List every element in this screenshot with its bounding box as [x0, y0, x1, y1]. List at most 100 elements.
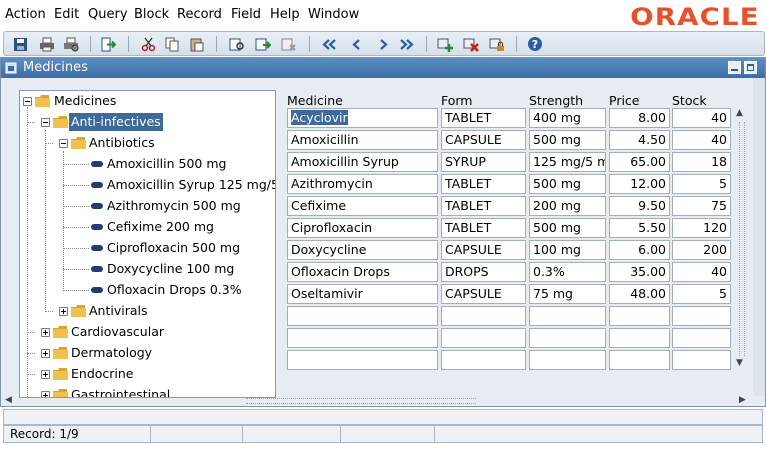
execute-query-icon[interactable]	[254, 35, 272, 53]
cell-price[interactable]: 6.00	[609, 240, 670, 260]
menu-block[interactable]: Block	[134, 7, 169, 22]
cell-medicine[interactable]	[287, 306, 438, 326]
menu-edit[interactable]: Edit	[54, 7, 79, 22]
cell-strength[interactable]	[529, 306, 606, 326]
delete-record-icon[interactable]	[462, 35, 480, 53]
tree-node-antibiotics[interactable]: Antibiotics	[20, 134, 270, 152]
cell-form[interactable]	[441, 350, 526, 370]
cell-form[interactable]: CAPSULE	[441, 130, 526, 150]
enter-query-icon[interactable]	[228, 35, 246, 53]
menu-help[interactable]: Help	[270, 7, 300, 22]
cell-strength[interactable]: 500 mg	[529, 130, 606, 150]
tree-leaf[interactable]: Ofloxacin Drops 0.3%	[20, 281, 275, 299]
cell-medicine[interactable]: Ciprofloxacin	[287, 218, 438, 238]
cell-strength[interactable]	[529, 328, 606, 348]
cell-price[interactable]: 9.50	[609, 196, 670, 216]
cell-form[interactable]	[441, 328, 526, 348]
cell-stock[interactable]: 5	[672, 284, 731, 304]
cell-medicine[interactable]: Amoxicillin Syrup	[287, 152, 438, 172]
cell-medicine[interactable]: Doxycycline	[287, 240, 438, 260]
cell-stock[interactable]: 5	[672, 174, 731, 194]
cell-stock[interactable]: 40	[672, 130, 731, 150]
cell-stock[interactable]: 200	[672, 240, 731, 260]
scroll-up-icon[interactable]: ▲	[736, 108, 743, 118]
cell-price[interactable]: 48.00	[609, 284, 670, 304]
collapse-toggle[interactable]	[41, 118, 50, 127]
copy-icon[interactable]	[163, 35, 181, 53]
cut-icon[interactable]	[139, 35, 157, 53]
cell-medicine[interactable]: Oseltamivir	[287, 284, 438, 304]
cell-stock[interactable]: 120	[672, 218, 731, 238]
menu-action[interactable]: Action	[5, 7, 46, 22]
expand-toggle[interactable]	[59, 307, 68, 316]
minimize-button[interactable]	[728, 61, 741, 74]
cell-strength[interactable]: 75 mg	[529, 284, 606, 304]
cell-strength[interactable]	[529, 350, 606, 370]
paste-icon[interactable]	[187, 35, 205, 53]
cell-price[interactable]: 8.00	[609, 108, 670, 128]
scroll-left-icon[interactable]: ◀	[5, 395, 12, 405]
cell-stock[interactable]: 18	[672, 152, 731, 172]
print-setup-icon[interactable]	[62, 35, 80, 53]
menu-window[interactable]: Window	[308, 7, 359, 22]
tree-leaf[interactable]: Ciprofloxacin 500 mg	[20, 239, 275, 257]
previous-record-icon[interactable]	[348, 35, 366, 53]
cancel-query-icon[interactable]	[280, 35, 298, 53]
tree-node-antivirals[interactable]: Antivirals	[20, 302, 270, 320]
collapse-toggle[interactable]	[59, 139, 68, 148]
maximize-button[interactable]	[744, 61, 757, 74]
tree-node-cardiovascular[interactable]: Cardiovascular	[20, 323, 270, 341]
help-icon[interactable]: ?	[526, 35, 544, 53]
cell-form[interactable]: TABLET	[441, 174, 526, 194]
cell-strength[interactable]: 200 mg	[529, 196, 606, 216]
cell-stock[interactable]	[672, 306, 731, 326]
tree-leaf[interactable]: Cefixime 200 mg	[20, 218, 275, 236]
cell-price[interactable]: 12.00	[609, 174, 670, 194]
cell-strength[interactable]: 125 mg/5 m	[529, 152, 606, 172]
cell-form[interactable]	[441, 306, 526, 326]
tree-leaf[interactable]: Amoxicillin 500 mg	[20, 155, 275, 173]
cell-strength[interactable]: 0.3%	[529, 262, 606, 282]
cell-stock[interactable]	[672, 350, 731, 370]
window-horizontal-scrollbar[interactable]: ◀ ▶	[1, 395, 753, 407]
cell-stock[interactable]	[672, 328, 731, 348]
cell-stock[interactable]: 75	[672, 196, 731, 216]
lock-record-icon[interactable]	[488, 35, 506, 53]
collapse-toggle[interactable]	[23, 97, 32, 106]
grid-scrollbar[interactable]: ▲ ▼	[734, 108, 750, 370]
tree-node-anti-infectives[interactable]: Anti-infectives	[20, 113, 270, 131]
tree-node-dermatology[interactable]: Dermatology	[20, 344, 270, 362]
cell-form[interactable]: TABLET	[441, 218, 526, 238]
insert-record-icon[interactable]	[436, 35, 454, 53]
last-record-icon[interactable]	[398, 35, 416, 53]
cell-strength[interactable]: 500 mg	[529, 218, 606, 238]
scroll-down-icon[interactable]: ▼	[736, 358, 743, 368]
cell-price[interactable]: 65.00	[609, 152, 670, 172]
cell-strength[interactable]: 100 mg	[529, 240, 606, 260]
window-vertical-scrollbar[interactable]	[753, 78, 765, 396]
exit-icon[interactable]	[99, 35, 117, 53]
medicine-tree[interactable]: Medicines Anti-infectives Antibiotics Am…	[19, 90, 276, 398]
cell-stock[interactable]: 40	[672, 262, 731, 282]
cell-form[interactable]: TABLET	[441, 196, 526, 216]
menu-field[interactable]: Field	[231, 7, 261, 22]
scroll-right-icon[interactable]: ▶	[739, 395, 746, 405]
menu-record[interactable]: Record	[177, 7, 222, 22]
cell-form[interactable]: CAPSULE	[441, 284, 526, 304]
cell-form[interactable]: DROPS	[441, 262, 526, 282]
cell-medicine[interactable]: Acyclovir	[287, 108, 438, 128]
tree-node-medicines[interactable]: Medicines	[20, 92, 270, 110]
save-icon[interactable]	[11, 35, 29, 53]
cell-medicine[interactable]: Cefixime	[287, 196, 438, 216]
cell-form[interactable]: SYRUP	[441, 152, 526, 172]
cell-strength[interactable]: 400 mg	[529, 108, 606, 128]
expand-toggle[interactable]	[41, 370, 50, 379]
tree-leaf[interactable]: Amoxicillin Syrup 125 mg/5	[20, 176, 275, 194]
tree-leaf[interactable]: Doxycycline 100 mg	[20, 260, 275, 278]
cell-medicine[interactable]	[287, 350, 438, 370]
print-icon[interactable]	[38, 35, 56, 53]
cell-strength[interactable]: 500 mg	[529, 174, 606, 194]
expand-toggle[interactable]	[41, 328, 50, 337]
cell-medicine[interactable]	[287, 328, 438, 348]
cell-price[interactable]	[609, 328, 670, 348]
